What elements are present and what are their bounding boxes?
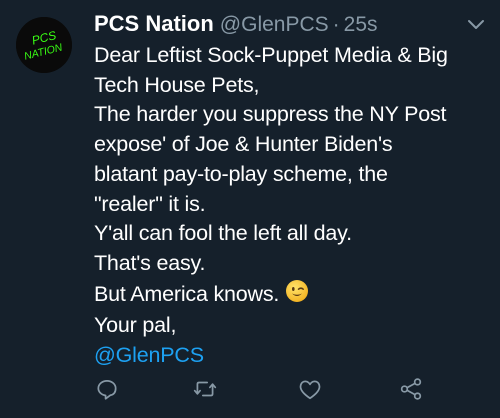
tweet-line: blatant pay-to-play scheme, the bbox=[94, 161, 388, 186]
retweet-icon bbox=[193, 381, 217, 397]
separator-dot: · bbox=[332, 13, 340, 36]
reply-button[interactable] bbox=[94, 376, 120, 402]
share-button[interactable] bbox=[398, 376, 424, 402]
tweet-line: "realer" it is. bbox=[94, 191, 206, 216]
avatar-logo: PCS NATION bbox=[16, 17, 72, 73]
avatar[interactable]: PCS NATION bbox=[16, 17, 72, 73]
more-menu-button[interactable] bbox=[464, 12, 488, 36]
user-handle[interactable]: @GlenPCS bbox=[220, 13, 329, 37]
tweet-line: expose' of Joe & Hunter Biden's bbox=[94, 132, 393, 157]
chevron-down-icon bbox=[468, 20, 484, 29]
reply-icon bbox=[97, 380, 117, 400]
retweet-button[interactable] bbox=[192, 376, 218, 402]
tweet-line: But America knows. bbox=[94, 281, 280, 306]
tweet-line: That's easy. bbox=[94, 250, 206, 275]
tweet-line: Y'all can fool the left all day. bbox=[94, 221, 352, 246]
user-mention-link[interactable]: @GlenPCS bbox=[94, 341, 494, 371]
tweet-actions-bar bbox=[94, 376, 424, 404]
winking-face-emoji-icon bbox=[285, 279, 309, 312]
tweet-line: Your pal, bbox=[94, 313, 177, 338]
tweet[interactable]: PCS NATION PCS Nation @GlenPCS · 25s Dea… bbox=[0, 0, 500, 418]
tweet-text: Dear Leftist Sock-Puppet Media & Big Tec… bbox=[94, 41, 494, 371]
share-icon bbox=[400, 378, 422, 400]
display-name[interactable]: PCS Nation bbox=[94, 11, 214, 37]
like-icon bbox=[299, 380, 321, 400]
tweet-header: PCS Nation @GlenPCS · 25s bbox=[94, 11, 378, 37]
tweet-line-with-emoji: But America knows. bbox=[94, 279, 494, 312]
timestamp[interactable]: 25s bbox=[344, 13, 378, 37]
tweet-line: Tech House Pets, bbox=[94, 72, 260, 97]
tweet-line: The harder you suppress the NY Post bbox=[94, 102, 447, 127]
tweet-line: Dear Leftist Sock-Puppet Media & Big bbox=[94, 43, 448, 67]
like-button[interactable] bbox=[297, 376, 323, 402]
